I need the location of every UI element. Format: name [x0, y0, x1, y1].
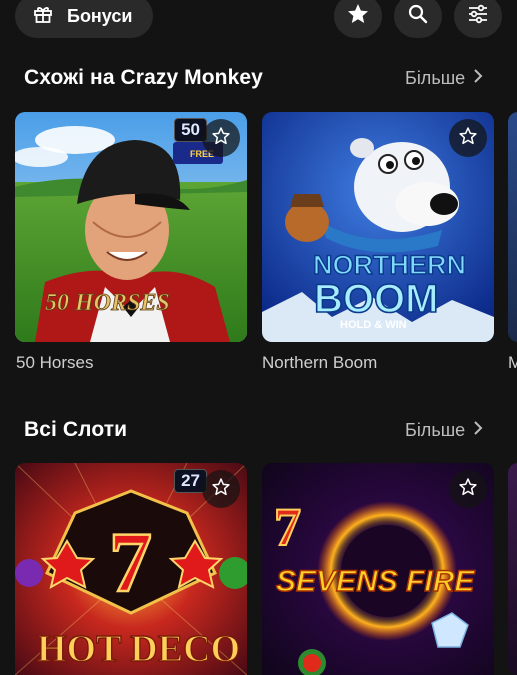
game-card-peek[interactable]: [508, 112, 517, 342]
game-logo-text: 50 HORSES: [45, 290, 170, 316]
star-outline-icon: [458, 477, 478, 502]
chevron-right-icon: [473, 68, 483, 89]
game-logo-line3: HOLD & WIN: [340, 319, 407, 331]
game-card-northern-boom[interactable]: NORTHERN BOOM HOLD & WIN: [262, 112, 494, 342]
section-title: Всі Слоти: [24, 418, 128, 441]
favorites-button[interactable]: [334, 0, 382, 38]
game-card-50-horses[interactable]: 50 HORSES FREE 50: [15, 112, 247, 342]
filter-icon: [467, 3, 489, 30]
search-button[interactable]: [394, 0, 442, 38]
star-outline-icon: [211, 477, 231, 502]
game-card-hot-deco[interactable]: 7 HOT DECO 27: [15, 463, 247, 675]
favorite-toggle[interactable]: [202, 470, 240, 508]
star-icon: [346, 2, 370, 31]
game-card-peek[interactable]: [508, 463, 517, 675]
top-bar: Бонуси: [0, 0, 517, 40]
game-logo-text: HOT DECO: [37, 628, 240, 670]
favorite-toggle[interactable]: [449, 119, 487, 157]
game-name[interactable]: Northern Boom: [262, 353, 377, 373]
game-logo-line2: BOOM: [314, 277, 438, 321]
game-name[interactable]: M: [508, 353, 517, 373]
bonuses-button[interactable]: Бонуси: [15, 0, 153, 38]
star-outline-icon: [211, 126, 231, 151]
game-logo-line1: NORTHERN: [313, 250, 466, 280]
filter-button[interactable]: [454, 0, 502, 38]
favorite-toggle[interactable]: [449, 470, 487, 508]
more-link[interactable]: Більше: [405, 68, 483, 89]
svg-text:7: 7: [274, 497, 301, 557]
game-card-sevens-fire[interactable]: 7 SEVENS FIRE: [262, 463, 494, 675]
star-outline-icon: [458, 126, 478, 151]
game-logo-text: SEVENS FIRE: [276, 565, 475, 598]
gift-icon: [33, 4, 53, 29]
section-similar-header: Схожі на Crazy Monkey Більше: [0, 66, 517, 96]
more-label: Більше: [405, 68, 466, 88]
more-link[interactable]: Більше: [405, 420, 483, 441]
search-icon: [407, 3, 429, 30]
chevron-right-icon: [473, 420, 483, 441]
game-name[interactable]: 50 Horses: [16, 353, 93, 373]
bonuses-label: Бонуси: [67, 5, 133, 26]
svg-text:7: 7: [109, 514, 152, 610]
section-title: Схожі на Crazy Monkey: [24, 66, 263, 89]
section-all-slots-header: Всі Слоти Більше: [0, 418, 517, 448]
favorite-toggle[interactable]: [202, 119, 240, 157]
more-label: Більше: [405, 420, 466, 440]
